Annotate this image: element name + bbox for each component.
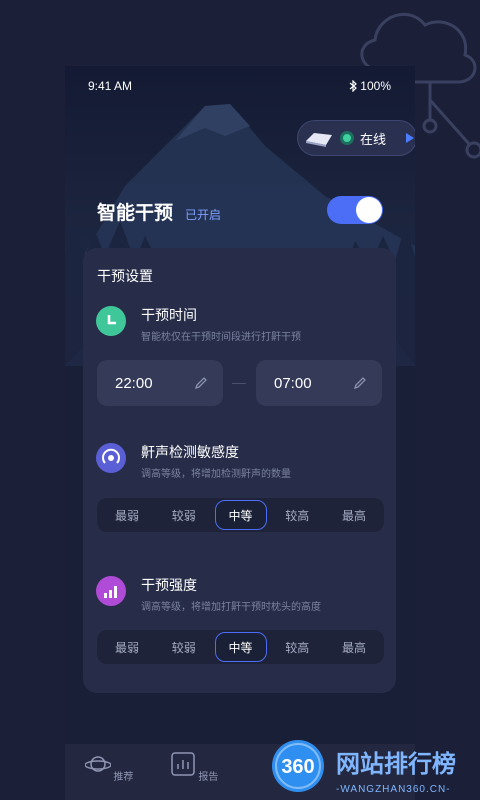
header: 智能干预 已开启 <box>97 198 221 225</box>
battery-level: 100% <box>360 79 391 93</box>
clock-icon <box>96 306 126 336</box>
schedule-desc: 智能枕仅在干预时间段进行打鼾干预 <box>141 332 301 343</box>
status-time: 9:41 AM <box>88 79 133 93</box>
sensitivity-desc: 调高等级，将增加检测鼾声的数量 <box>141 469 291 480</box>
watermark-number: 360 <box>281 756 314 778</box>
intensity-option[interactable]: 较弱 <box>158 632 210 662</box>
end-time-field[interactable]: 07:00 <box>256 360 382 406</box>
site-watermark-logo: 360 网站排行榜 -WANGZHAN360.CN- <box>272 740 456 795</box>
feature-toggle[interactable] <box>327 196 383 224</box>
sensitivity-option[interactable]: 最高 <box>328 500 380 530</box>
intensity-option-selected[interactable]: 中等 <box>214 632 267 662</box>
device-status-pill[interactable]: 在线 <box>297 120 415 156</box>
tab-recommend[interactable]: 推荐 <box>79 752 139 783</box>
end-time-value: 07:00 <box>274 374 312 392</box>
time-separator <box>232 383 246 384</box>
sensitivity-option-selected[interactable]: 中等 <box>214 500 267 530</box>
planet-icon <box>83 756 112 772</box>
edit-pencil-icon <box>353 377 366 390</box>
edit-pencil-icon <box>194 377 207 390</box>
tab-report[interactable]: 报告 <box>164 752 224 783</box>
tab-label: 推荐 <box>113 772 134 783</box>
status-bar: 9:41 AM 100% <box>65 66 415 106</box>
sensitivity-option[interactable]: 较弱 <box>158 500 210 530</box>
page-title: 智能干预 <box>97 203 174 224</box>
app-screen: 9:41 AM 100% 在线 智能干预 已开启 干预设置 干预时间 智能枕仅在… <box>65 66 415 800</box>
online-label: 在线 <box>360 131 387 147</box>
intensity-option[interactable]: 较高 <box>271 632 323 662</box>
page: 9:41 AM 100% 在线 智能干预 已开启 干预设置 干预时间 智能枕仅在… <box>0 0 480 800</box>
tab-label: 报告 <box>198 772 219 783</box>
intensity-selector: 最弱 较弱 中等 较高 最高 <box>97 630 384 664</box>
sensitivity-option[interactable]: 最弱 <box>101 500 153 530</box>
toggle-knob <box>356 197 382 223</box>
sensitivity-selector: 最弱 较弱 中等 较高 最高 <box>97 498 384 532</box>
feature-state: 已开启 <box>185 208 222 222</box>
settings-card: 干预设置 干预时间 智能枕仅在干预时间段进行打鼾干预 22:00 07:00 鼾… <box>83 248 396 693</box>
play-arrow-icon <box>406 133 415 143</box>
start-time-field[interactable]: 22:00 <box>97 360 223 406</box>
sensitivity-option[interactable]: 较高 <box>271 500 323 530</box>
bluetooth-icon <box>349 80 358 92</box>
sound-wave-icon <box>96 443 126 473</box>
schedule-title: 干预时间 <box>141 307 197 323</box>
status-right: 100% <box>349 79 391 93</box>
sensitivity-title: 鼾声检测敏感度 <box>141 444 239 460</box>
intensity-desc: 调高等级，将增加打鼾干预时枕头的高度 <box>141 602 321 613</box>
settings-title: 干预设置 <box>97 268 153 284</box>
intensity-chart-icon <box>96 576 126 606</box>
intensity-option[interactable]: 最弱 <box>101 632 153 662</box>
intensity-title: 干预强度 <box>141 577 197 593</box>
watermark-brand: 网站排行榜 <box>336 750 456 778</box>
report-chart-icon <box>170 752 195 776</box>
watermark-site: -WANGZHAN360.CN- <box>336 784 451 795</box>
online-dot <box>340 131 354 145</box>
start-time-value: 22:00 <box>115 374 153 392</box>
pillow-device-icon <box>306 133 332 147</box>
intensity-option[interactable]: 最高 <box>328 632 380 662</box>
